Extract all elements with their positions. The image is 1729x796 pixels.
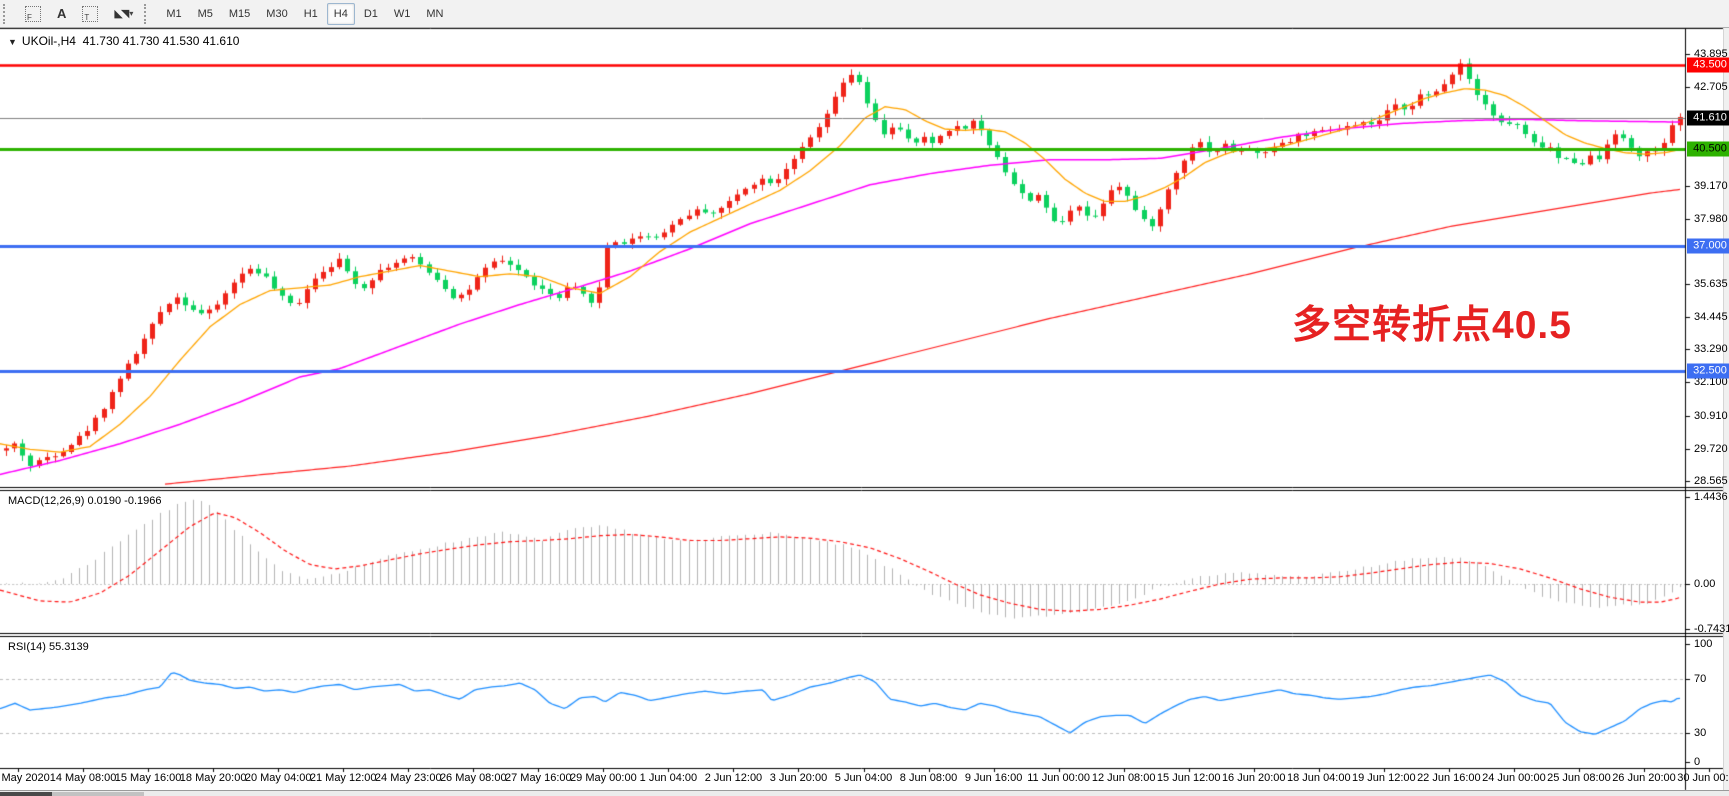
timeframe-button-m15[interactable]: M15 [222,3,257,25]
price-axis-tick: 34.445 [1694,311,1728,323]
rsi-label: RSI(14) 55.3139 [8,641,89,653]
macd-axis-tick: -0.7431 [1694,623,1729,635]
timeframe-button-m1[interactable]: M1 [159,3,188,25]
timeframe-button-w1[interactable]: W1 [387,3,418,25]
timeframe-label: H1 [304,8,318,20]
timeframe-button-mn[interactable]: MN [419,3,450,25]
price-axis-tick: 28.565 [1694,475,1728,487]
rsi-axis-tick: 30 [1694,727,1706,739]
timeframe-label: M15 [229,8,250,20]
mt4-window: F A T ◣◥ ▾ M1 M5 M15 M30 H1 H4 D1 W1 MN ▼ UKOil-,… [0,0,1729,796]
cursor-tools-icon: ◣◥ [114,7,127,20]
timeframe-label: M5 [198,8,213,20]
price-axis-tick: 30.910 [1694,410,1728,422]
symbol-label: UKOil-,H4 [22,34,76,48]
price-axis-tick: 35.635 [1694,278,1728,290]
price-level-label: 32.500 [1687,364,1729,379]
timeframe-button-d1[interactable]: D1 [357,3,385,25]
price-axis-tick: 37.980 [1694,213,1728,225]
text-tool-icon: T [82,6,98,22]
price-level-label: 40.500 [1687,141,1729,156]
font-icon: A [57,6,66,21]
macd-axis-tick: 1.4436 [1694,491,1728,503]
toolbar-grip-2[interactable] [144,4,154,24]
timeframe-button-m30[interactable]: M30 [259,3,294,25]
rsi-axis-tick: 0 [1694,756,1700,768]
current-price-label: 41.610 [1687,110,1729,125]
toolbar-grip[interactable] [3,4,13,24]
macd-label: MACD(12,26,9) 0.0190 -0.1966 [8,495,161,507]
price-level-label: 37.000 [1687,239,1729,254]
macd-axis-tick: 0.00 [1694,578,1715,590]
timeframe-label: W1 [394,8,411,20]
rsi-axis-tick: 70 [1694,673,1706,685]
scrollbar-thumb-secondary[interactable] [52,792,144,796]
cursor-tools-button[interactable]: ◣◥ ▾ [107,3,140,25]
font-button[interactable]: A [50,3,73,25]
price-axis-tick: 39.170 [1694,180,1728,192]
chart-window-button[interactable]: F [18,3,48,25]
time-axis-label: 30 Jun 00:00 [1664,772,1729,784]
price-axis-tick: 29.720 [1694,443,1728,455]
collapse-triangle-icon[interactable]: ▼ [8,37,17,47]
ohlc-values: 41.730 41.730 41.530 41.610 [83,34,240,48]
toolbar: F A T ◣◥ ▾ M1 M5 M15 M30 H1 H4 D1 W1 MN [0,0,1729,28]
timeframe-button-h1[interactable]: H1 [297,3,325,25]
horizontal-scrollbar[interactable] [0,790,1729,796]
timeframe-label: M1 [166,8,181,20]
timeframe-label: MN [426,8,443,20]
chevron-down-icon: ▾ [129,9,133,18]
rsi-axis-tick: 100 [1694,638,1712,650]
timeframe-label: H4 [334,8,348,20]
timeframe-button-h4[interactable]: H4 [327,3,355,25]
timeframe-button-m5[interactable]: M5 [191,3,220,25]
price-axis-tick: 33.290 [1694,343,1728,355]
price-axis-tick: 42.705 [1694,81,1728,93]
timeframe-button-group: M1 M5 M15 M30 H1 H4 D1 W1 MN [158,3,451,25]
text-tool-button[interactable]: T [75,3,105,25]
timeframe-label: D1 [364,8,378,20]
chart-window-icon: F [25,6,41,22]
scrollbar-thumb[interactable] [0,792,52,796]
timeframe-label: M30 [266,8,287,20]
chart-canvas[interactable] [0,0,1729,796]
annotation-text: 多空转折点40.5 [1292,294,1572,350]
price-level-label: 43.500 [1687,58,1729,73]
chart-title[interactable]: ▼ UKOil-,H4 41.730 41.730 41.530 41.610 [8,34,239,48]
